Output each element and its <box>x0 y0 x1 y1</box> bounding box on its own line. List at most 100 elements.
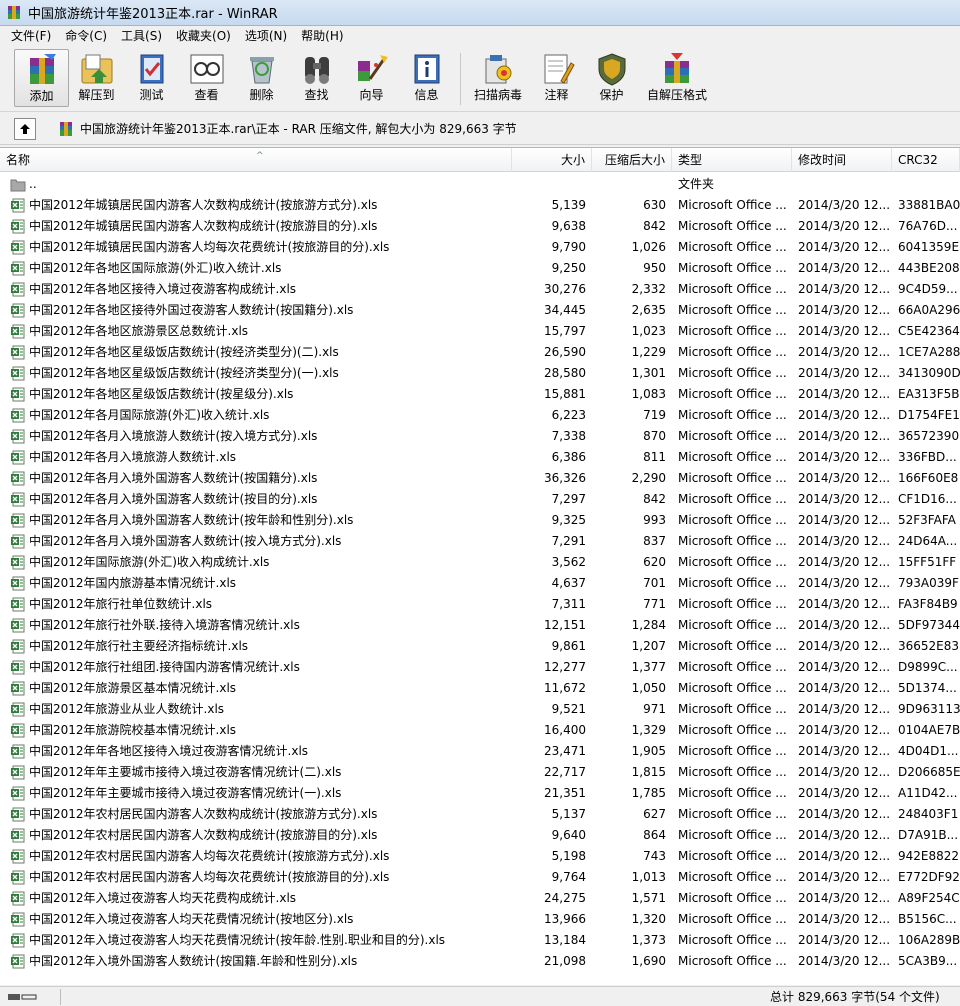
table-row[interactable]: 中国2012年城镇居民国内游客人均每次花费统计(按旅游目的分).xls 9,790… <box>0 237 960 258</box>
wizard-button[interactable]: 向导 <box>344 49 399 107</box>
table-row[interactable]: 中国2012年农村居民国内游客人均每次花费统计(按旅游目的分).xls 9,764… <box>0 867 960 888</box>
table-row[interactable]: 中国2012年各月国际旅游(外汇)收入统计.xls 6,223 719 Microso… <box>0 405 960 426</box>
table-row[interactable]: 中国2012年城镇居民国内游客人次数构成统计(按旅游目的分).xls 9,638 8… <box>0 216 960 237</box>
table-row[interactable]: 中国2012年年各地区接待入境过夜游客情况统计.xls 23,471 1,905 Mi… <box>0 741 960 762</box>
menu-help[interactable]: 帮助(H) <box>294 26 350 46</box>
file-modified: 2014/3/20 12... <box>798 744 890 758</box>
file-name: 中国2012年旅行社主要经济指标统计.xls <box>29 639 249 653</box>
test-button[interactable]: 测试 <box>124 49 179 107</box>
table-row[interactable]: 中国2012年入境过夜游客人均天花费情况统计(按年龄.性别.职业和目的分).xl… <box>0 930 960 951</box>
file-size: 15,797 <box>544 324 586 338</box>
file-packed-size: 1,320 <box>631 912 666 926</box>
file-crc: D1754FE1 <box>898 408 960 422</box>
table-row[interactable]: 中国2012年旅游业从业人数统计.xls 9,521 971 Microsoft Of… <box>0 699 960 720</box>
file-crc: 52F3FAFA <box>898 513 956 527</box>
table-row[interactable]: 中国2012年各地区接待外国过夜游客人数统计(按国籍分).xls 34,445 2,… <box>0 300 960 321</box>
add-button[interactable]: 添加 <box>14 49 69 107</box>
excel-file-icon <box>11 681 25 696</box>
sfx-button[interactable]: 自解压格式 <box>639 49 715 107</box>
table-row[interactable]: 中国2012年各月入境外国游客人数统计(按目的分).xls 7,297 842 Mic… <box>0 489 960 510</box>
delete-button[interactable]: 删除 <box>234 49 289 107</box>
table-row[interactable]: 中国2012年各地区星级饭店数统计(按经济类型分)(一).xls 28,580 1,… <box>0 363 960 384</box>
table-row[interactable]: 中国2012年各地区接待入境过夜游客构成统计.xls 30,276 2,332 Mic… <box>0 279 960 300</box>
column-packed[interactable]: 压缩后大小 <box>592 148 672 172</box>
winrar-app-icon[interactable] <box>6 5 22 21</box>
protect-button[interactable]: 保护 <box>584 49 639 107</box>
add-label: 添加 <box>29 89 54 103</box>
table-row[interactable]: 中国2012年入境过夜游客人均天花费构成统计.xls 24,275 1,571 Mic… <box>0 888 960 909</box>
file-crc: 248403F1 <box>898 807 959 821</box>
table-row[interactable]: 中国2012年各月入境外国游客人数统计(按国籍分).xls 36,326 2,290… <box>0 468 960 489</box>
column-crc[interactable]: CRC32 <box>892 148 960 172</box>
file-type: Microsoft Office ... <box>678 387 787 401</box>
table-row[interactable]: 中国2012年城镇居民国内游客人次数构成统计(按旅游方式分).xls 5,139 6… <box>0 195 960 216</box>
table-row[interactable]: 中国2012年各地区国际旅游(外汇)收入统计.xls 9,250 950 Micros… <box>0 258 960 279</box>
file-packed-size: 842 <box>643 492 666 506</box>
table-row[interactable]: 中国2012年旅行社组团.接待国内游客情况统计.xls 12,277 1,377 Mi… <box>0 657 960 678</box>
file-packed-size: 1,023 <box>631 324 666 338</box>
table-row[interactable]: 中国2012年旅行社主要经济指标统计.xls 9,861 1,207 Microsof… <box>0 636 960 657</box>
table-row[interactable]: 中国2012年旅行社外联.接待入境游客情况统计.xls 12,151 1,284 Mi… <box>0 615 960 636</box>
column-modified[interactable]: 修改时间 <box>792 148 892 172</box>
table-row[interactable]: 中国2012年旅行社单位数统计.xls 7,311 771 Microsoft Off… <box>0 594 960 615</box>
menu-favorites[interactable]: 收藏夹(O) <box>169 26 238 46</box>
table-row[interactable]: 中国2012年年主要城市接待入境过夜游客情况统计(二).xls 22,717 1,8… <box>0 762 960 783</box>
info-button[interactable]: 信息 <box>399 49 454 107</box>
address-bar: 中国旅游统计年鉴2013正本.rar\正本 - RAR 压缩文件, 解包大小为 … <box>0 113 960 145</box>
table-row[interactable]: 中国2012年各地区旅游景区总数统计.xls 15,797 1,023 Microso… <box>0 321 960 342</box>
table-row[interactable]: 中国2012年各月入境外国游客人数统计(按入境方式分).xls 7,291 837 M… <box>0 531 960 552</box>
parent-folder-row[interactable]: .. 文件夹 <box>0 174 960 195</box>
file-modified: 2014/3/20 12... <box>798 408 890 422</box>
file-name: 中国2012年农村居民国内游客人次数构成统计(按旅游目的分).xls <box>29 828 378 842</box>
file-modified: 2014/3/20 12... <box>798 555 890 569</box>
menu-options[interactable]: 选项(N) <box>238 26 294 46</box>
table-row[interactable]: 中国2012年国内旅游基本情况统计.xls 4,637 701 Microsoft O… <box>0 573 960 594</box>
excel-file-icon <box>11 471 25 486</box>
table-row[interactable]: 中国2012年各地区星级饭店数统计(按经济类型分)(二).xls 26,590 1,… <box>0 342 960 363</box>
file-crc: 36572390 <box>898 429 960 443</box>
table-row[interactable]: 中国2012年入境外国游客人数统计(按国籍.年龄和性别分).xls 21,098 1… <box>0 951 960 972</box>
table-row[interactable]: 中国2012年农村居民国内游客人均每次花费统计(按旅游方式分).xls 5,198… <box>0 846 960 867</box>
table-row[interactable]: 中国2012年各月入境外国游客人数统计(按年龄和性别分).xls 9,325 993… <box>0 510 960 531</box>
window-title: 中国旅游统计年鉴2013正本.rar - WinRAR <box>28 7 278 22</box>
table-row[interactable]: 中国2012年各月入境旅游人数统计.xls 6,386 811 Microsoft O… <box>0 447 960 468</box>
file-name: 中国2012年各月入境外国游客人数统计(按国籍分).xls <box>29 471 318 485</box>
table-row[interactable]: 中国2012年农村居民国内游客人次数构成统计(按旅游方式分).xls 5,137 6… <box>0 804 960 825</box>
table-row[interactable]: 中国2012年国际旅游(外汇)收入构成统计.xls 3,562 620 Microso… <box>0 552 960 573</box>
file-modified: 2014/3/20 12... <box>798 366 890 380</box>
column-name[interactable]: 名称 ^ <box>0 148 512 172</box>
file-type: Microsoft Office ... <box>678 366 787 380</box>
table-row[interactable]: 中国2012年各月入境旅游人数统计(按入境方式分).xls 7,338 870 Mic… <box>0 426 960 447</box>
table-row[interactable]: 中国2012年入境过夜游客人均天花费情况统计(按地区分).xls 13,966 1,… <box>0 909 960 930</box>
view-button[interactable]: 查看 <box>179 49 234 107</box>
file-list[interactable]: 名称 ^ 大小 压缩后大小 类型 修改时间 CRC32 .. 文件夹 中国2012年… <box>0 147 960 985</box>
table-row[interactable]: 中国2012年各地区星级饭店数统计(按星级分).xls 15,881 1,083 Mi… <box>0 384 960 405</box>
table-row[interactable]: 中国2012年年主要城市接待入境过夜游客情况统计(一).xls 21,351 1,7… <box>0 783 960 804</box>
file-name: 中国2012年各地区接待入境过夜游客构成统计.xls <box>29 282 297 296</box>
column-size[interactable]: 大小 <box>512 148 592 172</box>
menu-commands[interactable]: 命令(C) <box>58 26 114 46</box>
up-folder-button[interactable] <box>14 117 36 140</box>
file-type: Microsoft Office ... <box>678 828 787 842</box>
column-type[interactable]: 类型 <box>672 148 792 172</box>
find-button[interactable]: 查找 <box>289 49 344 107</box>
virus-scan-button[interactable]: 扫描病毒 <box>467 49 529 107</box>
table-row[interactable]: 中国2012年旅游院校基本情况统计.xls 16,400 1,329 Microsof… <box>0 720 960 741</box>
file-modified: 2014/3/20 12... <box>798 576 890 590</box>
comment-button[interactable]: 注释 <box>529 49 584 107</box>
file-modified: 2014/3/20 12... <box>798 786 890 800</box>
menu-tools[interactable]: 工具(S) <box>114 26 169 46</box>
extract-to-button[interactable]: 解压到 <box>69 49 124 107</box>
menu-file[interactable]: 文件(F) <box>4 26 58 46</box>
file-crc: 336FBD... <box>898 450 957 464</box>
file-name: 中国2012年各地区星级饭店数统计(按星级分).xls <box>29 387 294 401</box>
file-crc: 106A289B <box>898 933 960 947</box>
file-modified <box>798 174 890 195</box>
comment-icon <box>544 54 575 84</box>
file-name: 中国2012年旅行社组团.接待国内游客情况统计.xls <box>29 660 300 674</box>
file-packed-size <box>592 174 666 195</box>
table-row[interactable]: 中国2012年农村居民国内游客人次数构成统计(按旅游目的分).xls 9,640 8… <box>0 825 960 846</box>
file-modified: 2014/3/20 12... <box>798 681 890 695</box>
file-crc: B5156C... <box>898 912 957 926</box>
table-row[interactable]: 中国2012年旅游景区基本情况统计.xls 11,672 1,050 Microsof… <box>0 678 960 699</box>
